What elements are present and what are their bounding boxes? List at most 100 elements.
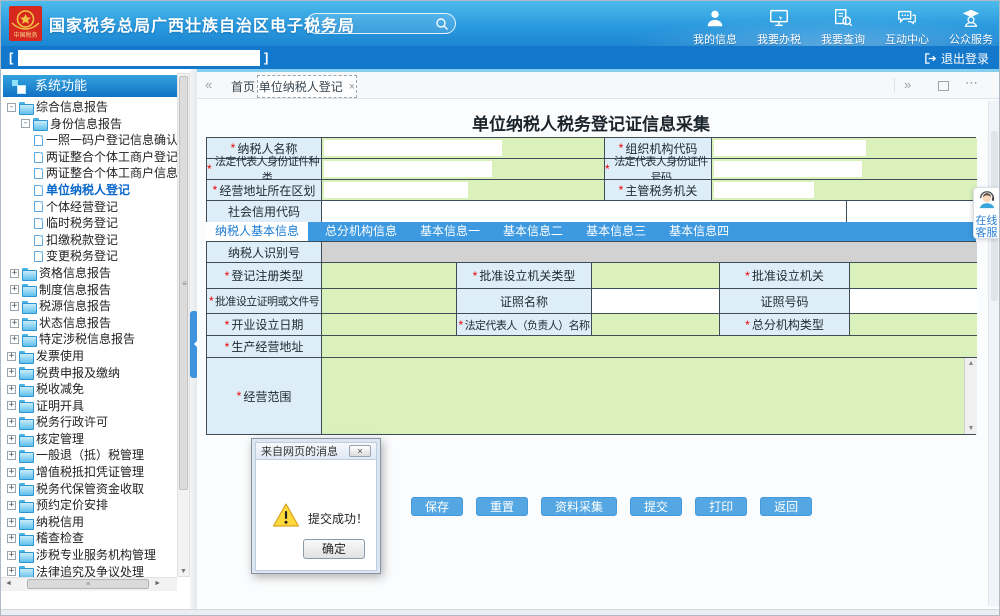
field-legal-id-type-input[interactable] xyxy=(322,159,605,180)
sidebar-horizontal-scrollbar[interactable]: ◄ ≡ ► xyxy=(1,577,177,591)
field-taxpayer-name-input[interactable] xyxy=(322,138,605,159)
sidebar-item-two-cert-reg-confirm[interactable]: 两证整合个体工商户登记信息确认 xyxy=(3,149,177,166)
section-tab-basic-4[interactable]: 基本信息四 xyxy=(660,222,738,241)
collapse-expander-icon[interactable]: - xyxy=(7,103,16,112)
scrollbar-thumb[interactable]: ≡ xyxy=(27,579,149,589)
expand-icon[interactable]: + xyxy=(7,352,16,361)
expand-icon[interactable]: + xyxy=(7,368,16,377)
expand-icon[interactable]: + xyxy=(7,501,16,510)
scrollbar-thumb[interactable]: ≡ xyxy=(179,76,188,490)
scroll-left-arrow-icon[interactable]: ◄ xyxy=(5,580,12,587)
save-button[interactable]: 保存 xyxy=(411,497,463,516)
tab-scroll-left-icon[interactable]: « xyxy=(205,77,212,92)
sidebar-item-two-cert-info-change[interactable]: 两证整合个体工商户信息变更 xyxy=(3,165,177,182)
textarea-scrollbar[interactable]: ▲ ▼ xyxy=(964,358,977,434)
sidebar-vertical-scrollbar[interactable]: ≡ ▼ xyxy=(177,73,190,577)
field-legal-person-name-input[interactable] xyxy=(592,314,720,336)
sidebar-item-status-info[interactable]: +状态信息报告 xyxy=(3,315,177,332)
field-tax-authority-input[interactable] xyxy=(712,180,977,201)
tab-close-icon[interactable]: × xyxy=(349,81,355,93)
expand-icon[interactable]: + xyxy=(7,418,16,427)
scroll-down-arrow-icon[interactable]: ▼ xyxy=(179,568,188,575)
field-reg-type-input[interactable] xyxy=(322,263,457,289)
sidebar-item-specific-tax-info[interactable]: +特定涉税信息报告 xyxy=(3,331,177,348)
nav-public-service[interactable]: 公众服务 xyxy=(939,5,1000,46)
field-cert-no-input[interactable] xyxy=(850,289,977,314)
expand-icon[interactable]: + xyxy=(7,484,16,493)
sidebar-item-general-refund[interactable]: +一般退（抵）税管理 xyxy=(3,447,177,464)
nav-interactive-center[interactable]: 互动中心 xyxy=(875,5,939,46)
sidebar-item-verification-mgmt[interactable]: +核定管理 xyxy=(3,431,177,448)
sidebar-item-tax-service-agency[interactable]: +涉税专业服务机构管理 xyxy=(3,547,177,564)
logout-button[interactable]: 退出登录 xyxy=(924,50,989,67)
expand-icon[interactable]: + xyxy=(10,302,19,311)
field-approval-doc-no-input[interactable] xyxy=(322,289,457,314)
expand-icon[interactable]: + xyxy=(7,468,16,477)
expand-icon[interactable]: + xyxy=(7,518,16,527)
sidebar-item-tax-relief[interactable]: +税收减免 xyxy=(3,381,177,398)
reset-button[interactable]: 重置 xyxy=(476,497,528,516)
sidebar-item-comprehensive-info[interactable]: -综合信息报告 xyxy=(3,99,177,116)
expand-icon[interactable]: + xyxy=(7,385,16,394)
section-tab-branch-info[interactable]: 总分机构信息 xyxy=(316,222,406,241)
tab-unit-taxpayer-reg-active[interactable]: 单位纳税人登记 × xyxy=(257,75,357,98)
field-social-credit-code-input[interactable] xyxy=(322,201,847,222)
print-button[interactable]: 打印 xyxy=(695,497,747,516)
return-button[interactable]: 返回 xyxy=(760,497,812,516)
expand-icon[interactable]: + xyxy=(10,319,19,328)
sidebar-item-certificate-issue[interactable]: +证明开具 xyxy=(3,398,177,415)
expand-icon[interactable]: + xyxy=(7,435,16,444)
field-org-code-input[interactable] xyxy=(712,138,977,159)
main-vertical-scrollbar[interactable] xyxy=(988,101,999,606)
sidebar-item-withholding-reg[interactable]: 扣缴税款登记 xyxy=(3,232,177,249)
sidebar-item-change-tax-reg[interactable]: 变更税务登记 xyxy=(3,248,177,265)
field-business-scope-textarea[interactable]: ▲ ▼ xyxy=(322,358,977,434)
field-approval-org-type-input[interactable] xyxy=(592,263,720,289)
section-tab-basic-info-active[interactable]: 纳税人基本信息 xyxy=(206,222,308,241)
header-search-box[interactable] xyxy=(306,13,456,34)
section-tab-basic-1[interactable]: 基本信息一 xyxy=(411,222,489,241)
scroll-right-arrow-icon[interactable]: ► xyxy=(154,580,161,587)
field-business-address-input[interactable] xyxy=(322,336,977,358)
sidebar-item-individual-reg[interactable]: 个体经营登记 xyxy=(3,199,177,216)
data-collect-button[interactable]: 资料采集 xyxy=(541,497,617,516)
section-tab-basic-3[interactable]: 基本信息三 xyxy=(577,222,655,241)
expand-icon[interactable]: + xyxy=(10,335,19,344)
sidebar-item-advance-pricing[interactable]: +预约定价安排 xyxy=(3,497,177,514)
expand-icon[interactable]: + xyxy=(10,269,19,278)
search-input[interactable] xyxy=(317,15,429,32)
expand-icon[interactable]: + xyxy=(7,451,16,460)
sidebar-item-system-info[interactable]: +制度信息报告 xyxy=(3,282,177,299)
maximize-window-icon[interactable] xyxy=(938,81,949,91)
expand-icon[interactable]: + xyxy=(7,401,16,410)
field-branch-type-input[interactable] xyxy=(850,314,977,336)
sidebar-item-qualification-info[interactable]: +资格信息报告 xyxy=(3,265,177,282)
sidebar-item-invoice-use[interactable]: +发票使用 xyxy=(3,348,177,365)
sidebar-item-vat-deduction[interactable]: +增值税抵扣凭证管理 xyxy=(3,464,177,481)
sidebar-item-unit-taxpayer-reg-selected[interactable]: 单位纳税人登记 xyxy=(3,182,177,199)
field-cert-name-input[interactable] xyxy=(592,289,720,314)
field-legal-id-number-input[interactable] xyxy=(712,159,977,180)
dialog-title-bar[interactable]: 来自网页的消息 × xyxy=(255,442,377,460)
collapse-expander-icon[interactable]: - xyxy=(21,119,30,128)
nav-query[interactable]: 我要查询 xyxy=(811,5,875,46)
submit-button[interactable]: 提交 xyxy=(630,497,682,516)
sidebar-item-tax-source-info[interactable]: +税源信息报告 xyxy=(3,298,177,315)
dialog-close-icon[interactable]: × xyxy=(349,445,371,457)
online-service-widget[interactable]: 在线客服 xyxy=(973,187,1000,239)
sidebar-item-audit-inspection[interactable]: +稽查检查 xyxy=(3,530,177,547)
sidebar-item-tax-declaration[interactable]: +税费申报及缴纳 xyxy=(3,365,177,382)
dialog-ok-button[interactable]: 确定 xyxy=(303,539,365,559)
sidebar-item-identity-info[interactable]: -身份信息报告 xyxy=(3,116,177,133)
sidebar-item-temp-tax-reg[interactable]: 临时税务登记 xyxy=(3,215,177,232)
field-approval-org-input[interactable] xyxy=(850,263,977,289)
sidebar-item-tax-credit[interactable]: +纳税信用 xyxy=(3,514,177,531)
expand-icon[interactable]: + xyxy=(7,551,16,560)
sidebar-item-admin-license[interactable]: +税务行政许可 xyxy=(3,414,177,431)
field-open-date-input[interactable] xyxy=(322,314,457,336)
section-tab-basic-2[interactable]: 基本信息二 xyxy=(494,222,572,241)
scroll-down-arrow-icon[interactable]: ▼ xyxy=(965,425,977,432)
tab-scroll-right-icon[interactable]: » xyxy=(904,77,911,92)
field-business-region-input[interactable] xyxy=(322,180,605,201)
nav-my-info[interactable]: 我的信息 xyxy=(683,5,747,46)
